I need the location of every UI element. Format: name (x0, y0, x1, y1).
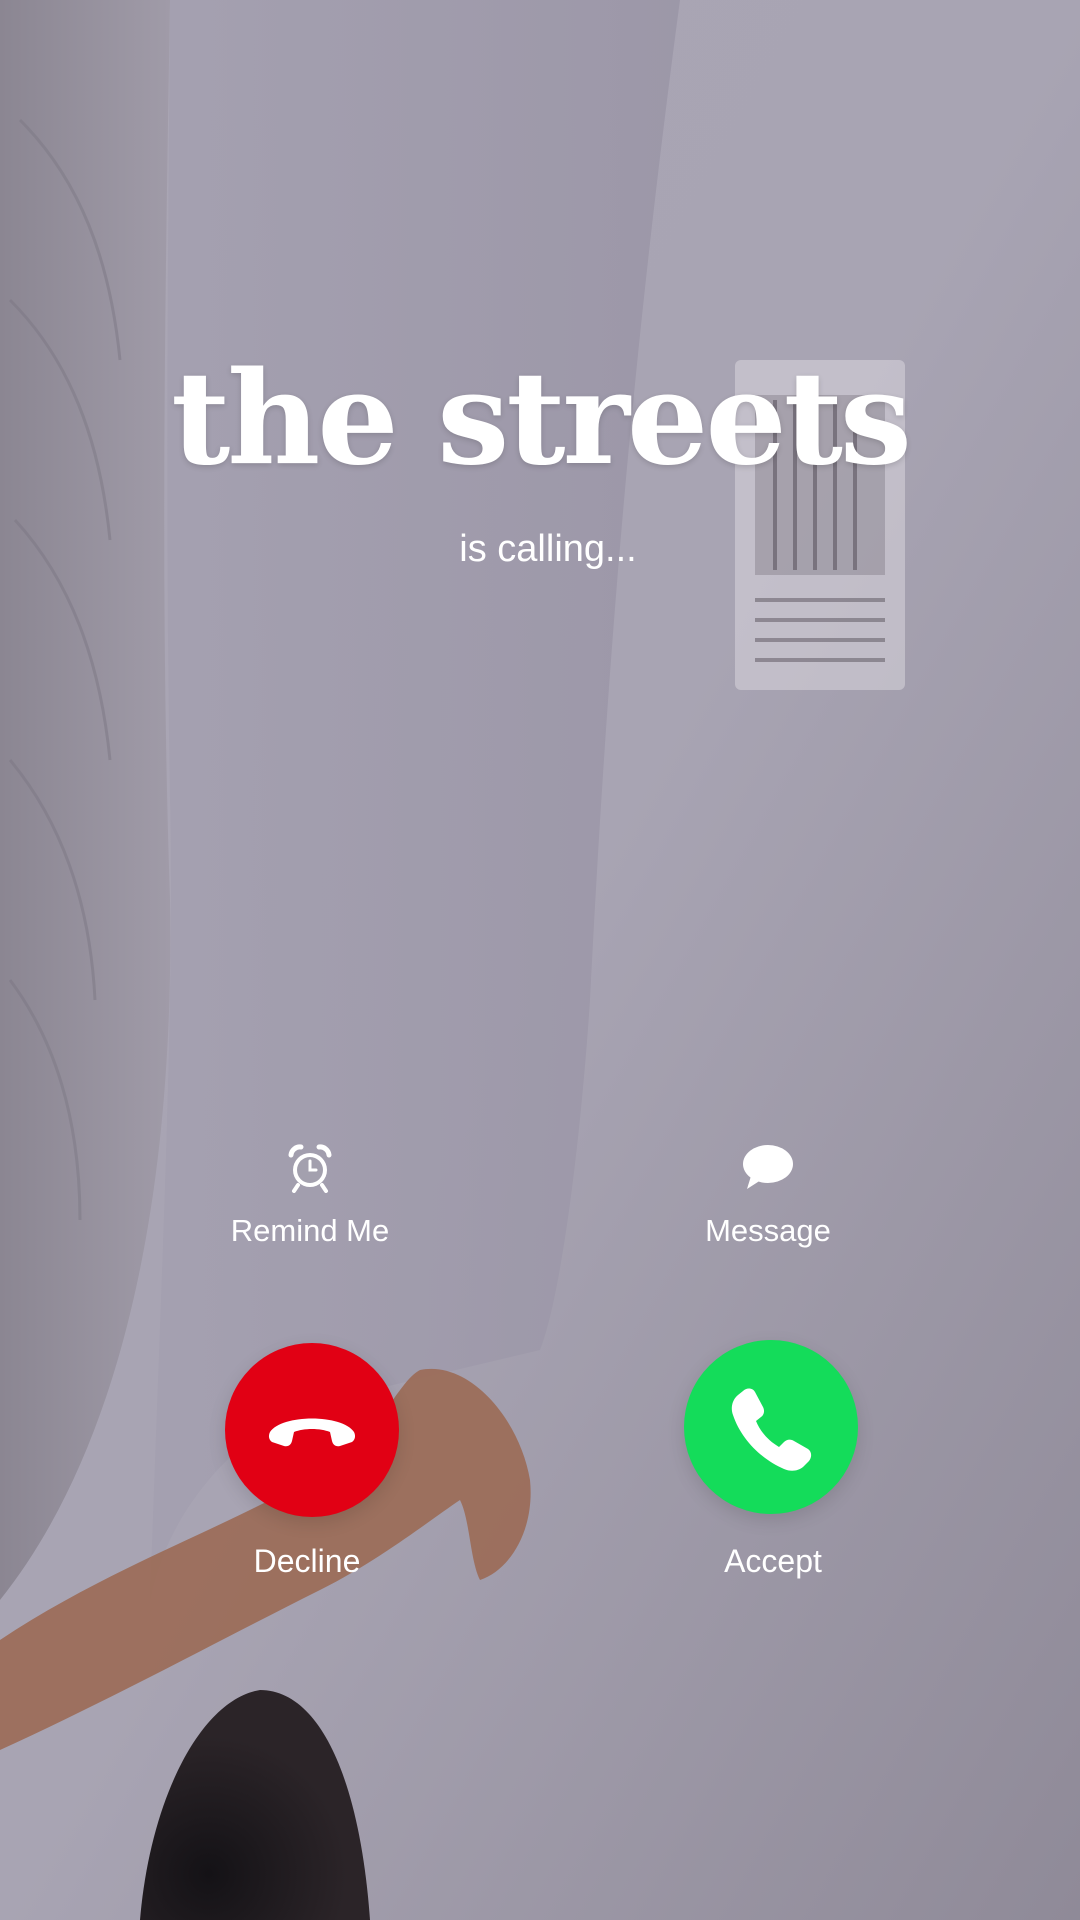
remind-me-label: Remind Me (230, 1213, 390, 1248)
background-photo (0, 0, 1080, 1920)
accept-button[interactable] (684, 1340, 858, 1514)
incoming-call-screen: the streets is calling... Remind Me Mess… (0, 0, 1080, 1920)
call-status: is calling... (459, 528, 637, 570)
decline-button[interactable] (225, 1343, 399, 1517)
decline-label: Decline (253, 1543, 361, 1579)
accept-label: Accept (724, 1543, 822, 1579)
phone-icon (731, 1388, 812, 1471)
message-button[interactable]: Message (638, 1143, 898, 1246)
alarm-clock-icon (288, 1144, 332, 1193)
speech-bubble-icon (743, 1145, 793, 1189)
caller-name: the streets (171, 344, 912, 494)
phone-hangup-icon (268, 1418, 356, 1447)
message-label: Message (705, 1213, 831, 1248)
remind-me-button[interactable]: Remind Me (180, 1143, 440, 1246)
